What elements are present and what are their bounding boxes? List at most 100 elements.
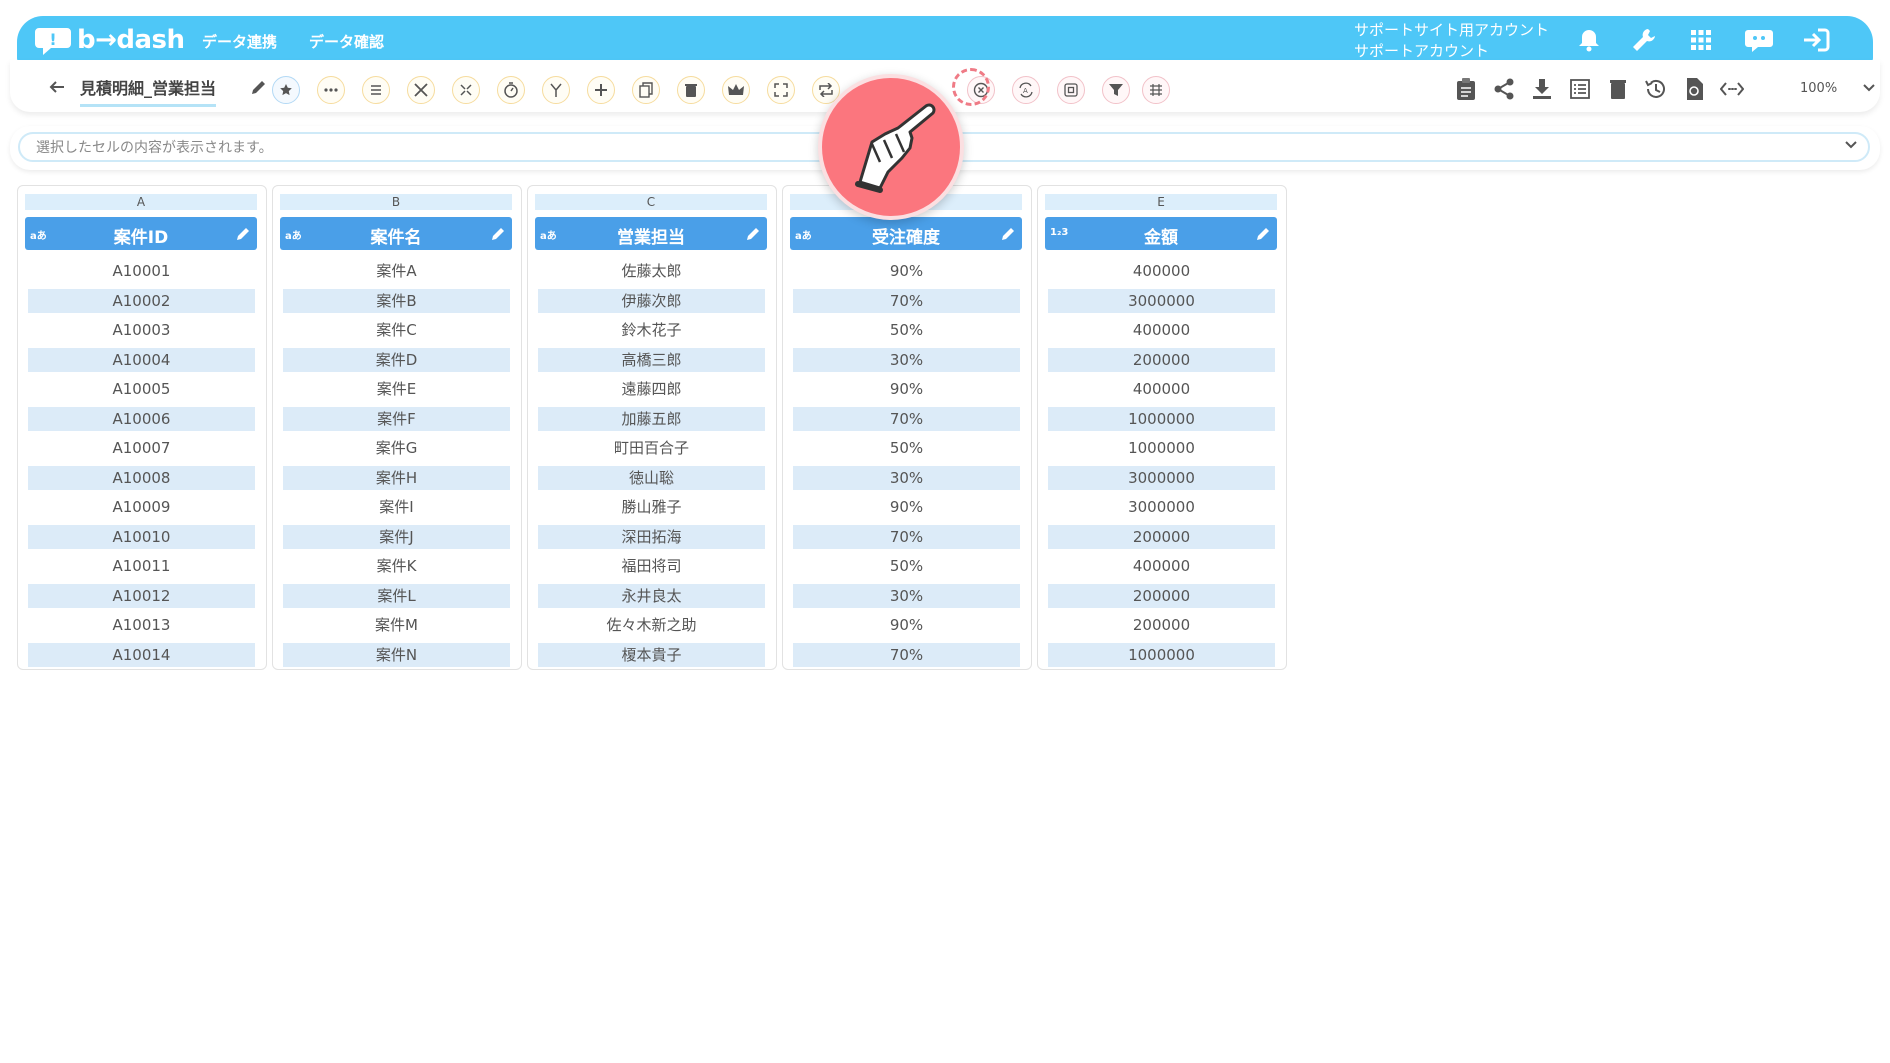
table-cell[interactable]: 加藤五郎 (538, 406, 765, 431)
expand-button[interactable] (767, 76, 795, 104)
apps-grid-icon[interactable] (1685, 24, 1717, 56)
table-cell[interactable]: 案件A (283, 259, 510, 283)
table-cell[interactable]: 佐々木新之助 (538, 613, 765, 637)
table-cell[interactable]: 70% (793, 406, 1020, 431)
table-cell[interactable]: A10001 (28, 259, 255, 283)
code-icon[interactable] (1719, 76, 1745, 102)
chat-bot-icon[interactable] (1743, 24, 1775, 56)
filter-button[interactable] (1102, 76, 1130, 104)
table-cell[interactable]: 案件M (283, 613, 510, 637)
table-cell[interactable]: A10012 (28, 583, 255, 608)
table-cell[interactable]: 町田百合子 (538, 436, 765, 460)
table-cell[interactable]: 90% (793, 259, 1020, 283)
table-cell[interactable]: 400000 (1048, 554, 1275, 578)
timer-button[interactable] (497, 76, 525, 104)
table-cell[interactable]: 高橋三郎 (538, 347, 765, 372)
table-cell[interactable]: 200000 (1048, 347, 1275, 372)
table-cell[interactable]: 案件C (283, 318, 510, 342)
edit-pencil-icon[interactable] (1256, 226, 1271, 241)
table-cell[interactable]: 伊藤次郎 (538, 288, 765, 313)
column-letter[interactable]: E (1045, 194, 1277, 210)
table-cell[interactable]: 200000 (1048, 613, 1275, 637)
share-icon[interactable] (1491, 76, 1517, 102)
column-letter[interactable]: B (280, 194, 512, 210)
table-cell[interactable]: 3000000 (1048, 288, 1275, 313)
table-cell[interactable]: 400000 (1048, 377, 1275, 401)
table-cell[interactable]: 案件B (283, 288, 510, 313)
table-cell[interactable]: A10006 (28, 406, 255, 431)
table-cell[interactable]: 30% (793, 583, 1020, 608)
frame-button[interactable] (1057, 76, 1085, 104)
column-c[interactable]: Caあ 営業担当佐藤太郎伊藤次郎鈴木花子高橋三郎遠藤四郎加藤五郎町田百合子徳山聡勝… (527, 185, 777, 670)
column-letter[interactable]: C (535, 194, 767, 210)
table-cell[interactable]: A10005 (28, 377, 255, 401)
more-options-button[interactable] (317, 76, 345, 104)
edit-pencil-icon[interactable] (491, 226, 506, 241)
group-button[interactable] (1142, 76, 1170, 104)
table-cell[interactable]: 案件K (283, 554, 510, 578)
edit-pencil-icon[interactable] (250, 78, 268, 96)
table-cell[interactable]: 90% (793, 495, 1020, 519)
table-cell[interactable]: A10008 (28, 465, 255, 490)
table-cell[interactable]: A10004 (28, 347, 255, 372)
split-column-button[interactable] (452, 76, 480, 104)
logout-icon[interactable] (1800, 24, 1832, 56)
column-header[interactable]: aあ 案件ID (25, 217, 257, 250)
table-cell[interactable]: 案件J (283, 524, 510, 549)
add-button[interactable] (587, 76, 615, 104)
table-cell[interactable]: 佐藤太郎 (538, 259, 765, 283)
table-cell[interactable]: 400000 (1048, 318, 1275, 342)
table-cell[interactable]: A10003 (28, 318, 255, 342)
table-cell[interactable]: 50% (793, 554, 1020, 578)
edit-pencil-icon[interactable] (1001, 226, 1016, 241)
table-cell[interactable]: 遠藤四郎 (538, 377, 765, 401)
table-cell[interactable]: 50% (793, 436, 1020, 460)
column-b[interactable]: Baあ 案件名 案件A 案件B 案件C 案件D 案件E 案件F 案件G 案件H 案件I 案件J 案件K 案… (272, 185, 522, 670)
table-cell[interactable]: 50% (793, 318, 1020, 342)
table-cell[interactable]: 案件D (283, 347, 510, 372)
table-cell[interactable]: A10013 (28, 613, 255, 637)
zoom-select[interactable]: 100% (1770, 74, 1875, 102)
column-e[interactable]: E 1₂3 金額 400000 3000000 400000 200000 400000 100… (1037, 185, 1287, 670)
table-cell[interactable]: A10014 (28, 642, 255, 667)
bell-icon[interactable] (1573, 24, 1605, 56)
column-header[interactable]: aあ 案件名 (280, 217, 512, 250)
table-cell[interactable]: A10010 (28, 524, 255, 549)
list-button[interactable] (362, 76, 390, 104)
table-cell[interactable]: 案件F (283, 406, 510, 431)
tools-button[interactable] (407, 76, 435, 104)
table-cell[interactable]: 深田拓海 (538, 524, 765, 549)
replace-button[interactable]: A (1012, 76, 1040, 104)
delete-column-button[interactable] (677, 76, 705, 104)
table-cell[interactable]: A10009 (28, 495, 255, 519)
table-cell[interactable]: 案件L (283, 583, 510, 608)
wrench-icon[interactable] (1628, 24, 1660, 56)
table-cell[interactable]: 案件E (283, 377, 510, 401)
table-cell[interactable]: 3000000 (1048, 495, 1275, 519)
favorite-star-button[interactable] (272, 76, 300, 104)
table-cell[interactable]: 1000000 (1048, 406, 1275, 431)
chevron-down-icon[interactable] (1844, 135, 1858, 149)
column-d[interactable]: Daあ受注確度90%70%50%30%90%70%50%30%90%70%50%… (782, 185, 1032, 670)
table-cell[interactable]: 榎本貴子 (538, 642, 765, 667)
table-cell[interactable]: 30% (793, 347, 1020, 372)
table-cell[interactable]: 200000 (1048, 583, 1275, 608)
crown-button[interactable] (722, 76, 750, 104)
table-cell[interactable]: 70% (793, 642, 1020, 667)
table-cell[interactable]: 30% (793, 465, 1020, 490)
copy-button[interactable] (632, 76, 660, 104)
table-cell[interactable]: 70% (793, 288, 1020, 313)
nav-data-integration[interactable]: データ連携 (202, 31, 277, 52)
table-cell[interactable]: 勝山雅子 (538, 495, 765, 519)
table-cell[interactable]: 90% (793, 377, 1020, 401)
table-cell[interactable]: 徳山聡 (538, 465, 765, 490)
column-header[interactable]: aあ 営業担当 (535, 217, 767, 250)
refresh-icon[interactable] (1681, 76, 1707, 102)
table-cell[interactable]: A10011 (28, 554, 255, 578)
table-cell[interactable]: 70% (793, 524, 1020, 549)
bdash-logo[interactable]: ! b→dash (33, 24, 185, 56)
column-header[interactable]: 1₂3 金額 (1045, 217, 1277, 250)
table-cell[interactable]: 鈴木花子 (538, 318, 765, 342)
history-icon[interactable] (1643, 76, 1669, 102)
nav-data-check[interactable]: データ確認 (309, 31, 384, 52)
